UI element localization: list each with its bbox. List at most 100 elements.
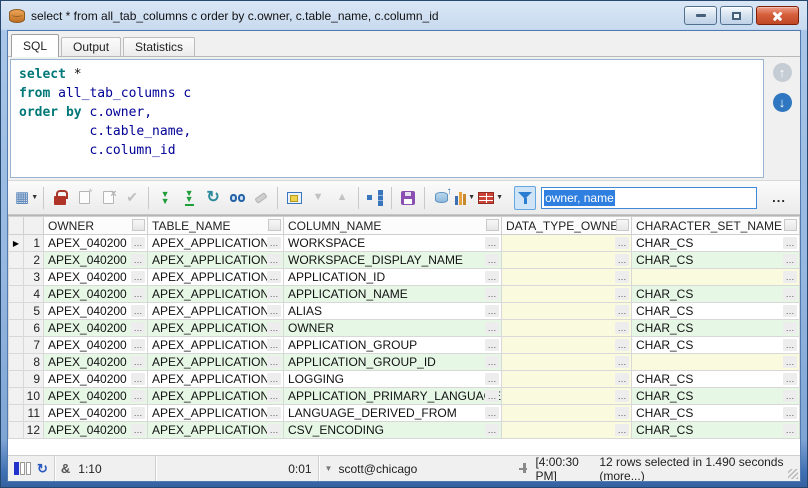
row-number[interactable]: 6: [24, 320, 44, 337]
grid-cell[interactable]: APEX_040200…: [44, 354, 148, 371]
cell-edit-button[interactable]: …: [615, 237, 629, 249]
cell-edit-button[interactable]: …: [783, 288, 797, 300]
cell-edit-button[interactable]: …: [267, 305, 281, 317]
grid-cell[interactable]: APEX_040200…: [44, 422, 148, 439]
cell-edit-button[interactable]: …: [267, 237, 281, 249]
cell-edit-button[interactable]: …: [131, 254, 145, 266]
cell-edit-button[interactable]: …: [485, 271, 499, 283]
cell-edit-button[interactable]: …: [131, 305, 145, 317]
cell-edit-button[interactable]: …: [267, 271, 281, 283]
scroll-up-button[interactable]: ↑: [773, 63, 792, 82]
cell-edit-button[interactable]: …: [267, 288, 281, 300]
grid-cell[interactable]: APEX_040200…: [44, 405, 148, 422]
grid-cell[interactable]: CHAR_CS…: [632, 405, 800, 422]
grid-cell[interactable]: APPLICATION_GROUP…: [284, 337, 502, 354]
refresh-query-button[interactable]: ↻: [202, 186, 224, 210]
previous-record-button[interactable]: ▼: [307, 186, 329, 210]
cell-edit-button[interactable]: …: [783, 305, 797, 317]
grid-cell[interactable]: ALIAS…: [284, 303, 502, 320]
cell-edit-button[interactable]: …: [267, 373, 281, 385]
grid-cell[interactable]: APEX_040200…: [44, 235, 148, 252]
grid-cell[interactable]: WORKSPACE…: [284, 235, 502, 252]
row-indicator[interactable]: [9, 422, 24, 439]
cell-edit-button[interactable]: …: [131, 339, 145, 351]
cell-edit-button[interactable]: …: [615, 407, 629, 419]
grid-cell[interactable]: CHAR_CS…: [632, 422, 800, 439]
cell-edit-button[interactable]: …: [615, 339, 629, 351]
fetch-last-page-button[interactable]: ▼▼: [178, 186, 200, 210]
column-options-button[interactable]: [132, 219, 145, 231]
cell-edit-button[interactable]: …: [485, 254, 499, 266]
cell-edit-button[interactable]: …: [267, 407, 281, 419]
grid-corner[interactable]: [9, 217, 24, 235]
scroll-down-button[interactable]: ↓: [773, 93, 792, 112]
cell-edit-button[interactable]: …: [615, 271, 629, 283]
insert-record-button[interactable]: [73, 186, 95, 210]
grid-cell[interactable]: …: [502, 371, 632, 388]
row-number[interactable]: 3: [24, 269, 44, 286]
cell-edit-button[interactable]: …: [485, 373, 499, 385]
column-options-button[interactable]: [486, 219, 499, 231]
cell-edit-button[interactable]: …: [783, 373, 797, 385]
row-number[interactable]: 5: [24, 303, 44, 320]
row-indicator[interactable]: [9, 405, 24, 422]
row-number[interactable]: 8: [24, 354, 44, 371]
column-options-button[interactable]: [616, 219, 629, 231]
grid-cell[interactable]: CHAR_CS…: [632, 252, 800, 269]
grid-cell[interactable]: APEX_APPLICATIONS…: [148, 422, 284, 439]
cell-edit-button[interactable]: …: [267, 390, 281, 402]
resize-grip[interactable]: [788, 469, 798, 479]
grid-cell[interactable]: APEX_APPLICATIONS…: [148, 337, 284, 354]
row-indicator[interactable]: [9, 371, 24, 388]
session-panel[interactable]: ▼ scott@chicago: [319, 456, 513, 481]
grid-cell[interactable]: CHAR_CS…: [632, 235, 800, 252]
cell-edit-button[interactable]: …: [783, 237, 797, 249]
row-indicator[interactable]: ▶: [9, 235, 24, 252]
cell-edit-button[interactable]: …: [485, 407, 499, 419]
cell-edit-button[interactable]: …: [783, 271, 797, 283]
column-header-data-type-owner[interactable]: DATA_TYPE_OWNER: [502, 217, 632, 235]
cell-edit-button[interactable]: …: [131, 407, 145, 419]
cell-edit-button[interactable]: …: [485, 339, 499, 351]
cell-edit-button[interactable]: …: [131, 373, 145, 385]
grid-cell[interactable]: CHAR_CS…: [632, 320, 800, 337]
single-record-view-button[interactable]: [283, 186, 305, 210]
row-indicator[interactable]: [9, 269, 24, 286]
grid-cell[interactable]: APEX_APPLICATIONS…: [148, 303, 284, 320]
cell-edit-button[interactable]: …: [485, 322, 499, 334]
grid-cell[interactable]: APEX_APPLICATIONS…: [148, 320, 284, 337]
grid-cell[interactable]: …: [502, 337, 632, 354]
grid-cell[interactable]: APEX_APPLICATIONS…: [148, 354, 284, 371]
grid-cell[interactable]: …: [502, 405, 632, 422]
cell-edit-button[interactable]: …: [131, 271, 145, 283]
grid-cell[interactable]: OWNER…: [284, 320, 502, 337]
row-number[interactable]: 4: [24, 286, 44, 303]
grid-cell[interactable]: APEX_040200…: [44, 371, 148, 388]
grid-cell[interactable]: APPLICATION_GROUP_ID…: [284, 354, 502, 371]
grid-cell[interactable]: APEX_APPLICATIONS…: [148, 371, 284, 388]
cell-edit-button[interactable]: …: [131, 356, 145, 368]
row-number[interactable]: 7: [24, 337, 44, 354]
chart-button[interactable]: ▼: [454, 186, 476, 210]
tab-sql[interactable]: SQL: [11, 34, 59, 57]
row-indicator[interactable]: [9, 388, 24, 405]
cell-edit-button[interactable]: …: [131, 288, 145, 300]
cell-edit-button[interactable]: …: [267, 424, 281, 436]
grid-cell[interactable]: APPLICATION_PRIMARY_LANGUAGE…: [284, 388, 502, 405]
cell-edit-button[interactable]: …: [267, 322, 281, 334]
grid-cell[interactable]: APEX_040200…: [44, 320, 148, 337]
cell-edit-button[interactable]: …: [783, 339, 797, 351]
row-number[interactable]: 10: [24, 388, 44, 405]
grid-cell[interactable]: CHAR_CS…: [632, 388, 800, 405]
grid-cell[interactable]: APEX_040200…: [44, 337, 148, 354]
titlebar[interactable]: select * from all_tab_columns c order by…: [7, 1, 801, 30]
cell-edit-button[interactable]: …: [783, 356, 797, 368]
cell-edit-button[interactable]: …: [267, 356, 281, 368]
cell-edit-button[interactable]: …: [615, 373, 629, 385]
column-header-table-name[interactable]: TABLE_NAME: [148, 217, 284, 235]
grid-cell[interactable]: APEX_040200…: [44, 388, 148, 405]
cell-edit-button[interactable]: …: [485, 237, 499, 249]
sql-editor[interactable]: select * from all_tab_columns c order by…: [10, 59, 764, 178]
row-number[interactable]: 12: [24, 422, 44, 439]
grid-cell[interactable]: …: [502, 269, 632, 286]
